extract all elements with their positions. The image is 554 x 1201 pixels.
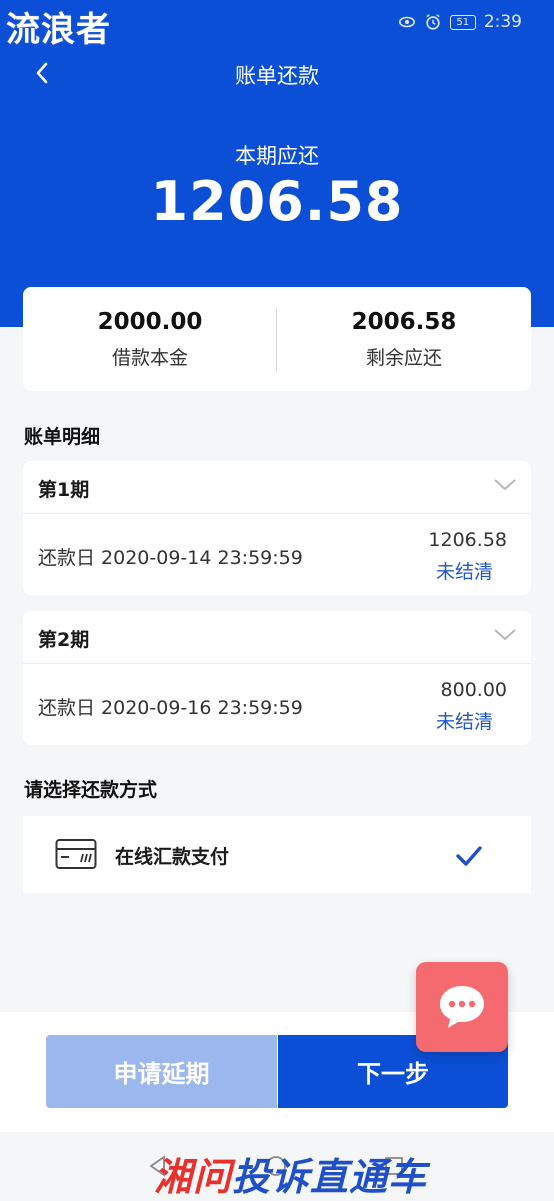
period-status: 未结清 (435, 561, 493, 583)
chevron-down-icon[interactable] (493, 627, 517, 643)
battery-icon: 51 (449, 14, 476, 30)
alarm-icon (426, 14, 440, 30)
watermark-text: 流浪者 (6, 10, 111, 50)
bill-details-title: 账单明细 (24, 426, 101, 448)
watermark-part2: 投诉直通车 (232, 1155, 428, 1199)
nav-bar: 账单还款 (0, 50, 554, 96)
status-bar: 流浪者 51 2:39 (0, 0, 554, 50)
chat-bubble-icon (440, 986, 484, 1028)
remaining-summary: 2006.58 剩余应还 (277, 309, 531, 370)
bank-card-icon (55, 839, 97, 869)
due-date: 还款日 2020-09-14 23:59:59 (38, 547, 303, 569)
period-amount: 1206.58 (428, 529, 507, 551)
principal-label: 借款本金 (111, 347, 188, 369)
due-label: 本期应还 (235, 144, 319, 168)
remaining-label: 剩余应还 (365, 347, 442, 369)
status-time: 2:39 (483, 12, 522, 32)
period-card-1[interactable]: 第1期 还款日 2020-09-14 23:59:59 1206.58 未结清 (23, 461, 531, 595)
watermark-part1: 湘问 (154, 1155, 233, 1199)
status-icons: 51 2:39 (398, 12, 522, 32)
page-title: 账单还款 (235, 64, 319, 88)
principal-value: 2000.00 (97, 309, 203, 335)
period-name: 第1期 (38, 479, 90, 501)
period-amount: 800.00 (440, 679, 507, 701)
payment-method-label: 在线汇款支付 (115, 846, 230, 868)
footer-watermark: 湘问投诉直通车 (154, 1146, 427, 1201)
loan-summary-card: 2000.00 借款本金 2006.58 剩余应还 (23, 287, 531, 391)
header-banner: 流浪者 51 2:39 账单还款 本期应还 1206.58 (0, 0, 554, 327)
card-divider (23, 663, 531, 664)
apply-extension-button[interactable]: 申请延期 (46, 1035, 277, 1108)
chevron-down-icon[interactable] (493, 477, 517, 493)
period-card-2[interactable]: 第2期 还款日 2020-09-16 23:59:59 800.00 未结清 (23, 611, 531, 745)
period-status: 未结清 (435, 711, 493, 733)
checkmark-icon (456, 846, 482, 866)
chat-button[interactable] (416, 962, 508, 1052)
payment-method-title: 请选择还款方式 (24, 779, 158, 801)
eye-icon (398, 16, 415, 28)
principal-summary: 2000.00 借款本金 (23, 309, 277, 370)
due-date: 还款日 2020-09-16 23:59:59 (38, 697, 303, 719)
card-divider (23, 513, 531, 514)
payment-option-online[interactable]: 在线汇款支付 (23, 816, 531, 893)
due-amount: 1206.58 (150, 170, 404, 233)
period-name: 第2期 (38, 629, 90, 651)
remaining-value: 2006.58 (351, 309, 457, 335)
